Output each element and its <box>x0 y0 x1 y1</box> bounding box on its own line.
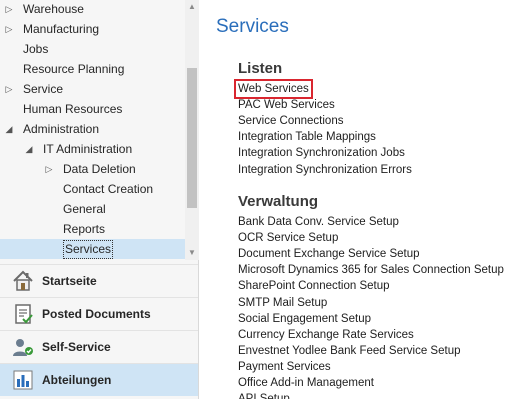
tree-item-label: General <box>63 202 106 216</box>
collapsed-arrow-icon[interactable]: ▷ <box>4 19 14 39</box>
link-integration-table-mappings[interactable]: Integration Table Mappings <box>238 129 376 145</box>
link-web-services[interactable]: Web Services <box>234 79 313 99</box>
tree-item-label: Human Resources <box>23 102 123 116</box>
link-envestnet-yodlee-bank-feed-service-setup[interactable]: Envestnet Yodlee Bank Feed Service Setup <box>238 343 461 359</box>
link-smtp-mail-setup[interactable]: SMTP Mail Setup <box>238 295 327 311</box>
tree-item-resource-planning[interactable]: Resource Planning <box>0 59 185 79</box>
tree-item-contact-creation[interactable]: Contact Creation <box>0 179 185 199</box>
collapsed-arrow-icon[interactable]: ▷ <box>44 159 54 179</box>
scrollbar-thumb[interactable] <box>187 68 197 208</box>
tree-item-label: Resource Planning <box>23 62 125 76</box>
link-integration-synchronization-errors[interactable]: Integration Synchronization Errors <box>238 162 412 178</box>
link-api-setup[interactable]: API Setup <box>238 391 290 399</box>
link-social-engagement-setup[interactable]: Social Engagement Setup <box>238 311 371 327</box>
tree-item-label: Warehouse <box>23 2 84 16</box>
link-bank-data-conv-service-setup[interactable]: Bank Data Conv. Service Setup <box>238 214 399 230</box>
tree-item-service[interactable]: ▷ Service <box>0 79 185 99</box>
main-content: Services Listen Web Services PAC Web Servi… <box>199 0 515 399</box>
navigation-pane: ▷ Warehouse ▷ Manufacturing Jobs Resource Pla… <box>0 0 199 399</box>
area-button-label: Abteilungen <box>42 373 112 387</box>
posted-documents-icon <box>10 301 36 327</box>
link-currency-exchange-rate-services[interactable]: Currency Exchange Rate Services <box>238 327 414 343</box>
area-button-posted-documents[interactable]: Posted Documents <box>0 297 198 330</box>
scroll-up-arrow-icon[interactable]: ▲ <box>185 0 199 14</box>
tree-item-it-administration[interactable]: ◢ IT Administration <box>0 139 185 159</box>
tree-item-reports[interactable]: Reports <box>0 219 185 239</box>
collapsed-arrow-icon[interactable]: ▷ <box>4 79 14 99</box>
link-pac-web-services[interactable]: PAC Web Services <box>238 97 335 113</box>
collapsed-arrow-icon[interactable]: ▷ <box>4 0 14 19</box>
group-heading-listen: Listen <box>238 60 283 77</box>
home-icon <box>10 268 36 294</box>
tree-item-label: Data Deletion <box>63 162 136 176</box>
page-title: Services <box>216 16 289 37</box>
scroll-down-arrow-icon[interactable]: ▼ <box>185 246 199 260</box>
link-integration-synchronization-jobs[interactable]: Integration Synchronization Jobs <box>238 145 405 161</box>
area-button-self-service[interactable]: Self-Service <box>0 330 198 363</box>
link-document-exchange-service-setup[interactable]: Document Exchange Service Setup <box>238 246 420 262</box>
area-button-label: Self-Service <box>42 340 111 354</box>
tree-item-warehouse[interactable]: ▷ Warehouse <box>0 0 185 19</box>
link-service-connections[interactable]: Service Connections <box>238 113 343 129</box>
area-button-startseite[interactable]: Startseite <box>0 264 198 297</box>
self-service-icon <box>10 334 36 360</box>
link-payment-services[interactable]: Payment Services <box>238 359 331 375</box>
tree-item-services[interactable]: Services <box>0 239 185 259</box>
tree-item-jobs[interactable]: Jobs <box>0 39 185 59</box>
tree-item-administration[interactable]: ◢ Administration <box>0 119 185 139</box>
link-ocr-service-setup[interactable]: OCR Service Setup <box>238 230 338 246</box>
departments-icon <box>10 367 36 393</box>
area-button-label: Startseite <box>42 274 97 288</box>
tree-item-label: IT Administration <box>43 142 133 156</box>
tree-item-manufacturing[interactable]: ▷ Manufacturing <box>0 19 185 39</box>
area-button-label: Posted Documents <box>42 307 151 321</box>
group-heading-verwaltung: Verwaltung <box>238 193 319 210</box>
tree-item-label: Jobs <box>23 42 49 56</box>
link-microsoft-dynamics-365-for-sales-connection-setup[interactable]: Microsoft Dynamics 365 for Sales Connect… <box>238 262 504 278</box>
tree-item-label: Services <box>63 240 114 259</box>
tree-item-data-deletion[interactable]: ▷ Data Deletion <box>0 159 185 179</box>
tree-item-label: Reports <box>63 222 106 236</box>
tree-item-label: Manufacturing <box>23 22 100 36</box>
expanded-arrow-icon[interactable]: ◢ <box>24 139 34 159</box>
link-sharepoint-connection-setup[interactable]: SharePoint Connection Setup <box>238 278 390 294</box>
tree-item-general[interactable]: General <box>0 199 185 219</box>
tree-item-label: Service <box>23 82 64 96</box>
expanded-arrow-icon[interactable]: ◢ <box>4 119 14 139</box>
link-office-add-in-management[interactable]: Office Add-in Management <box>238 375 374 391</box>
area-button-abteilungen[interactable]: Abteilungen <box>0 363 198 396</box>
navigation-tree: ▷ Warehouse ▷ Manufacturing Jobs Resource Pla… <box>0 0 185 260</box>
tree-scrollbar[interactable]: ▲ ▼ <box>185 0 199 260</box>
tree-item-human-resources[interactable]: Human Resources <box>0 99 185 119</box>
tree-item-label: Contact Creation <box>63 182 154 196</box>
tree-item-label: Administration <box>23 122 100 136</box>
